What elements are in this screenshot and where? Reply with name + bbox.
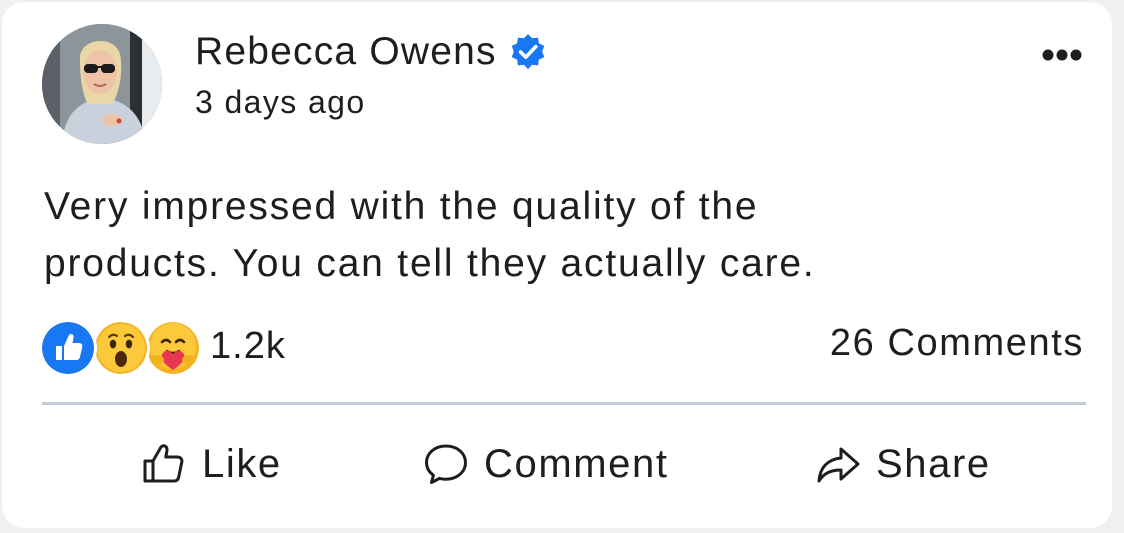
thumbs-up-icon	[140, 440, 188, 488]
post-text-line: products. You can tell they actually car…	[44, 242, 816, 285]
author-name[interactable]: Rebecca Owens	[195, 30, 497, 74]
avatar-photo	[42, 24, 162, 144]
comment-label: Comment	[484, 441, 669, 486]
reactions-summary[interactable]: 1.2k	[39, 319, 286, 377]
reaction-count: 1.2k	[210, 324, 286, 367]
share-arrow-icon	[814, 440, 862, 488]
divider	[42, 402, 1086, 405]
like-reaction-icon	[39, 319, 97, 377]
author-avatar[interactable]	[42, 24, 162, 144]
post-text-line: Very impressed with the quality of the	[44, 185, 759, 228]
comment-button[interactable]: Comment	[422, 434, 669, 494]
comments-count-link[interactable]: 26 Comments	[830, 322, 1084, 365]
post-timestamp[interactable]: 3 days ago	[195, 82, 366, 122]
share-label: Share	[876, 441, 991, 486]
wow-reaction-icon	[92, 319, 150, 377]
comment-bubble-icon	[422, 440, 470, 488]
author-block: Rebecca Owens	[195, 30, 547, 74]
more-options-button[interactable]	[1036, 40, 1088, 70]
reaction-icons	[39, 319, 202, 377]
like-label: Like	[202, 441, 282, 486]
post-card: Rebecca Owens 3 days ago Very impressed …	[2, 2, 1112, 528]
share-button[interactable]: Share	[814, 434, 991, 494]
verified-badge-icon	[509, 33, 547, 71]
like-button[interactable]: Like	[140, 434, 282, 494]
care-reaction-icon	[144, 319, 202, 377]
post-body: Very impressed with the quality of the p…	[44, 178, 1044, 292]
more-horizontal-icon	[1042, 49, 1082, 61]
